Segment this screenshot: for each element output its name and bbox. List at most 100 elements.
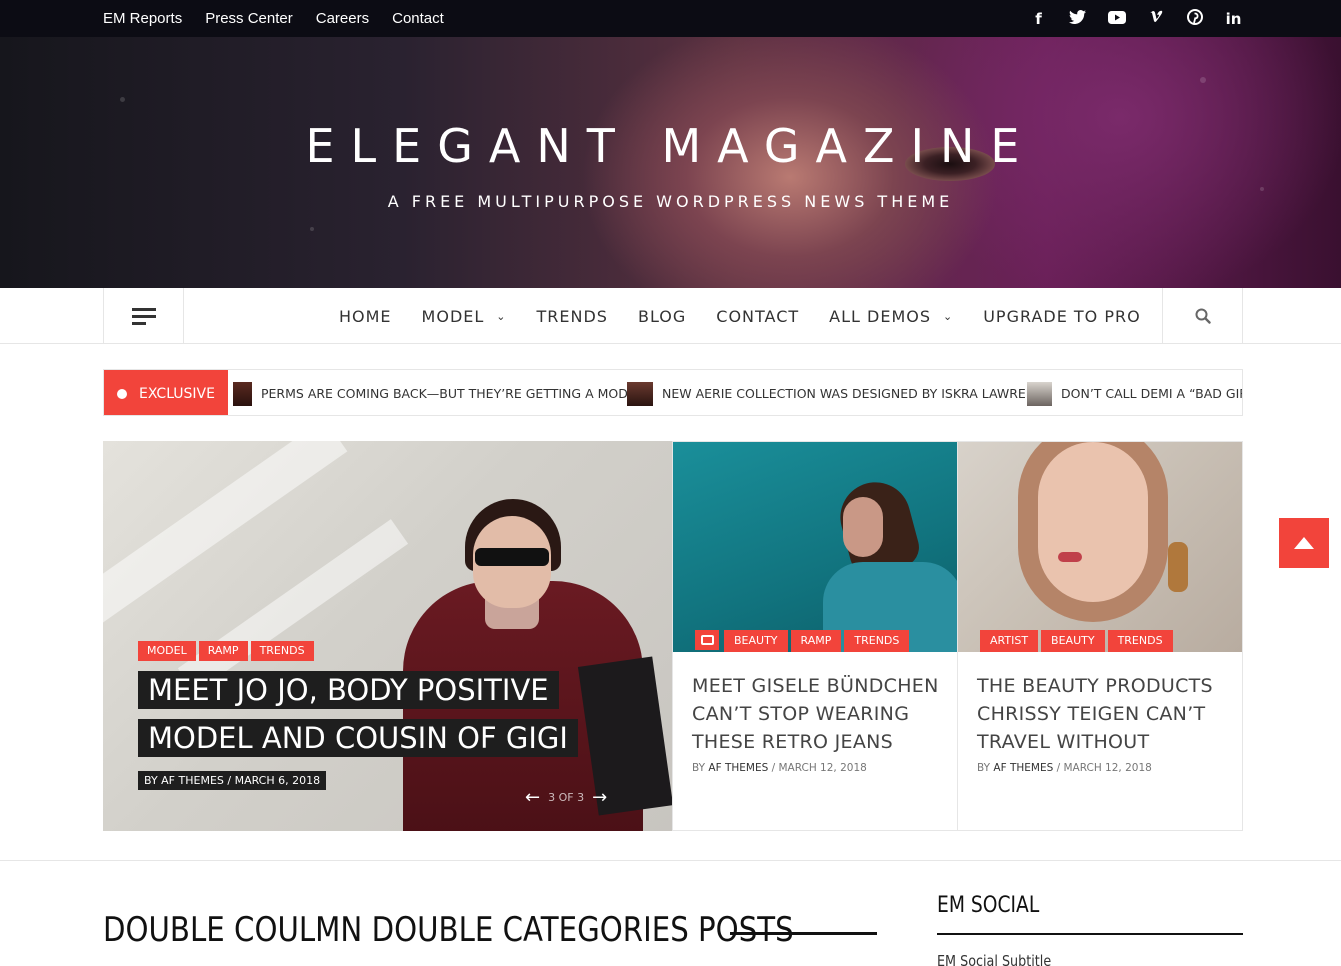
category-tag[interactable]: BEAUTY [724,630,788,652]
post-card[interactable]: BEAUTY RAMP TRENDS MEET GISELE BÜNDCHEN … [672,441,958,831]
post-image-figure [1058,552,1082,562]
category-tag[interactable]: TRENDS [844,630,910,652]
post-image-figure [843,497,883,557]
hamburger-line [132,315,156,318]
arrow-left-icon[interactable]: ← [525,787,540,808]
post-author-link[interactable]: AF THEMES [993,762,1053,774]
banner-speck [1200,77,1206,83]
twitter-icon[interactable] [1068,9,1087,28]
post-meta-by: BY [692,762,709,774]
top-link-em-reports[interactable]: EM Reports [103,10,182,27]
post-card-meta: BY AF THEMES / MARCH 12, 2018 [692,762,867,774]
youtube-icon[interactable] [1107,10,1126,28]
nav-item-upgrade-to-pro[interactable]: UPGRADE TO PRO [983,307,1141,326]
nav-item-model[interactable]: MODEL ⌄ [422,307,507,326]
post-card-categories: BEAUTY RAMP TRENDS [695,630,910,652]
post-image-figure [1168,542,1188,592]
ticker-label: EXCLUSIVE [104,370,228,415]
site-header-banner: ELEGANT MAGAZINE A FREE MULTIPURPOSE WOR… [0,37,1341,288]
top-bar: EM Reports Press Center Careers Contact … [0,0,1341,37]
top-link-contact[interactable]: Contact [392,10,444,27]
main-navigation: HOME MODEL ⌄ TRENDS BLOG CONTACT ALL DEMO… [0,288,1341,344]
post-card-categories: ARTIST BEAUTY TRENDS [980,630,1173,652]
hamburger-line [132,322,146,325]
post-meta-by: BY [977,762,994,774]
pinterest-icon[interactable] [1185,8,1204,29]
post-author-link[interactable]: AF THEMES [708,762,768,774]
top-link-careers[interactable]: Careers [316,10,369,27]
scroll-to-top-button[interactable] [1279,518,1329,568]
ticker-item[interactable]: PERMS ARE COMING BACK—BUT THEY’RE GETTIN… [233,370,654,415]
category-tag[interactable]: ARTIST [980,630,1039,652]
category-tag[interactable]: BEAUTY [1041,630,1105,652]
post-card-title[interactable]: THE BEAUTY PRODUCTS CHRISSY TEIGEN CAN’T… [977,672,1227,756]
post-card[interactable]: ARTIST BEAUTY TRENDS THE BEAUTY PRODUCTS… [957,441,1243,831]
nav-menu: HOME MODEL ⌄ TRENDS BLOG CONTACT ALL DEMO… [339,288,1171,344]
sidebar-widget-subtitle: EM Social Subtitle [937,952,1052,966]
section-title: DOUBLE COULMN DOUBLE CATEGORIES POSTS [103,910,794,950]
top-links: EM Reports Press Center Careers Contact [103,0,444,37]
exclusive-ticker: EXCLUSIVE PERMS ARE COMING BACK—BUT THEY… [103,369,1243,416]
arrow-up-icon [1294,537,1314,549]
category-tag[interactable]: RAMP [198,641,248,661]
ticker-item-text: NEW AERIE COLLECTION WAS DESIGNED BY ISK… [662,386,1052,401]
section-divider [0,860,1341,861]
live-dot-icon [117,388,127,399]
banner-speck [1260,187,1264,191]
section-title-underline [730,932,877,935]
post-card-title[interactable]: MEET GISELE BÜNDCHEN CAN’T STOP WEARING … [692,672,942,756]
nav-item-label: BLOG [637,306,687,326]
chevron-down-icon: ⌄ [943,309,954,323]
nav-item-all-demos[interactable]: ALL DEMOS ⌄ [829,307,953,326]
facebook-icon[interactable]: f [1029,10,1048,28]
ticker-label-text: EXCLUSIVE [139,385,215,402]
nav-item-label: MODEL [421,306,485,326]
ticker-thumbnail [233,381,252,406]
category-tag[interactable]: TRENDS [250,641,314,661]
hamburger-line [132,308,156,311]
nav-item-home[interactable]: HOME [339,307,392,326]
nav-item-contact[interactable]: CONTACT [716,307,799,326]
sidebar-title-underline [937,933,1243,935]
arrow-right-icon[interactable]: → [592,787,607,808]
ticker-thumbnail [1027,381,1052,406]
banner-speck [310,227,314,231]
post-card-image [673,442,957,652]
search-button[interactable] [1162,288,1243,344]
nav-item-label: UPGRADE TO PRO [983,306,1141,326]
ticker-item-text: PERMS ARE COMING BACK—BUT THEY’RE GETTIN… [261,386,654,401]
nav-item-label: CONTACT [716,306,800,326]
nav-item-label: HOME [339,306,392,326]
site-title[interactable]: ELEGANT MAGAZINE [0,119,1341,173]
featured-categories: MODEL RAMP TRENDS [138,641,314,661]
gallery-icon [695,630,719,650]
category-tag[interactable]: MODEL [138,641,196,661]
featured-image-figure [475,548,549,566]
featured-slider[interactable]: MODEL RAMP TRENDS MEET JO JO, BODY POSIT… [103,441,672,831]
vimeo-icon[interactable] [1146,10,1165,28]
post-image-figure [1038,442,1148,602]
banner-speck [120,97,125,102]
post-card-meta: BY AF THEMES / MARCH 12, 2018 [977,762,1152,774]
ticker-item[interactable]: DON’T CALL DEMI A “BAD GIRL” — [1027,370,1242,415]
hamburger-menu-button[interactable] [103,288,184,344]
slider-pager: ← 3 OF 3 → [525,787,607,808]
nav-item-trends[interactable]: TRENDS [537,307,608,326]
search-icon [1195,308,1211,324]
social-links: f in [1029,0,1243,37]
category-tag[interactable]: TRENDS [1107,630,1173,652]
featured-meta: BY AF THEMES / MARCH 6, 2018 [138,771,327,790]
featured-title-text: MEET JO JO, BODY POSITIVE MODEL AND COUS… [138,671,578,757]
chevron-down-icon: ⌄ [496,309,507,323]
top-link-press-center[interactable]: Press Center [205,10,293,27]
ticker-item-text: DON’T CALL DEMI A “BAD GIRL” — [1061,386,1242,401]
category-tag[interactable]: RAMP [790,630,842,652]
nav-item-blog[interactable]: BLOG [638,307,686,326]
ticker-thumbnail [627,381,653,406]
ticker-item[interactable]: NEW AERIE COLLECTION WAS DESIGNED BY ISK… [627,370,1052,415]
nav-item-label: ALL DEMOS [829,306,931,326]
featured-title[interactable]: MEET JO JO, BODY POSITIVE MODEL AND COUS… [138,666,598,762]
site-tagline: A FREE MULTIPURPOSE WORDPRESS NEWS THEME [387,192,954,211]
post-date: / MARCH 12, 2018 [1053,762,1152,774]
linkedin-icon[interactable]: in [1224,10,1243,28]
